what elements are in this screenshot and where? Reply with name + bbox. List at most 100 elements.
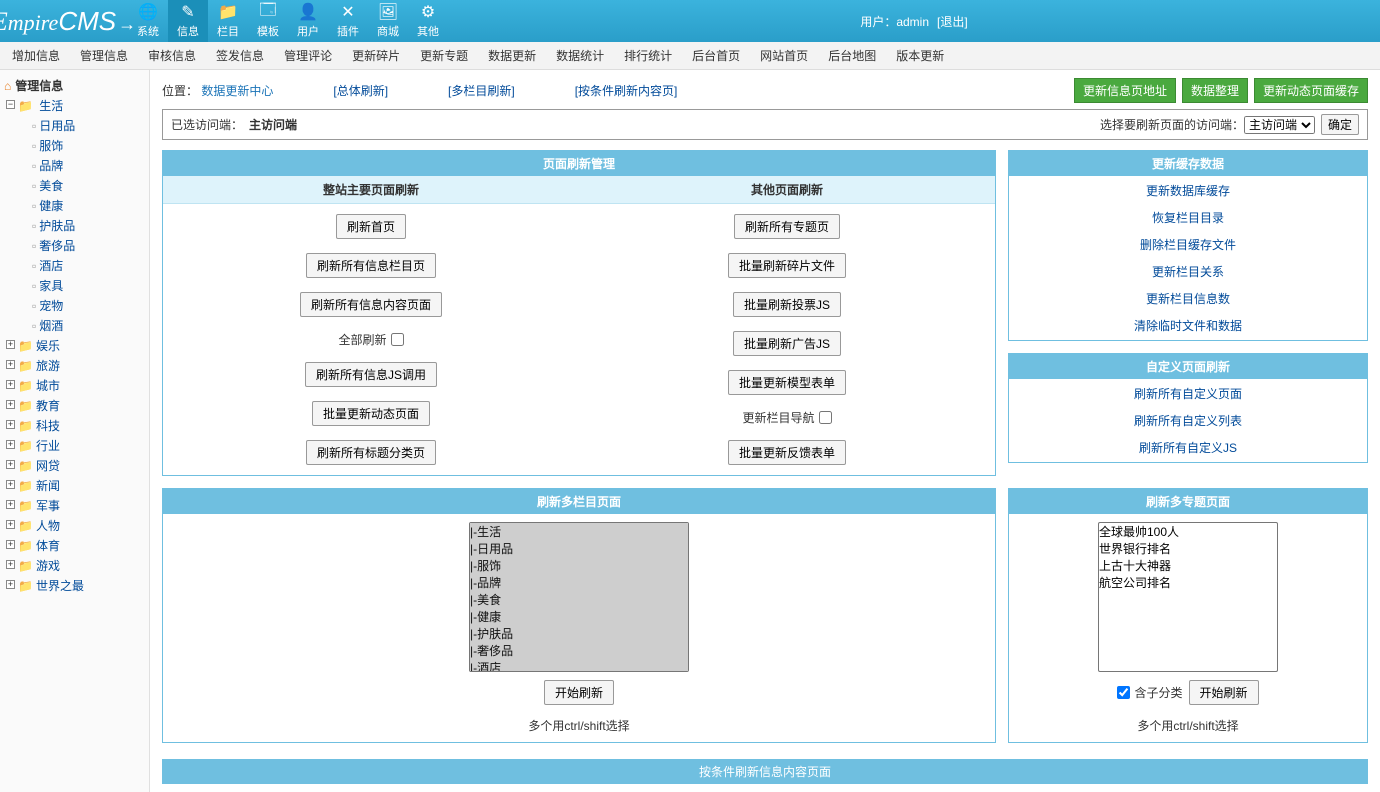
subnav-7[interactable]: 数据更新 (488, 47, 536, 64)
tree-root[interactable]: 生活 (39, 99, 63, 113)
loc-btn-0[interactable]: 更新信息页地址 (1074, 78, 1176, 103)
tree-other-6[interactable]: 网贷 (36, 459, 60, 473)
multicol-select[interactable]: |-生活|-日用品|-服饰|-品牌|-美食|-健康|-护肤品|-奢侈品|-酒店|… (469, 522, 689, 672)
left-refresh-btn-3[interactable]: 刷新所有信息JS调用 (305, 362, 437, 387)
logout-link[interactable]: [退出] (937, 13, 968, 30)
tree-other-12[interactable]: 世界之最 (36, 579, 84, 593)
include-sub-check[interactable]: 含子分类 (1117, 684, 1182, 701)
tree-toggle[interactable]: + (6, 560, 15, 569)
left-refresh-btn-1[interactable]: 刷新所有信息栏目页 (306, 253, 436, 278)
tree-child-9[interactable]: 宠物 (39, 299, 63, 313)
tree-toggle[interactable]: − (6, 100, 15, 109)
tree-toggle[interactable]: + (6, 480, 15, 489)
tree-child-0[interactable]: 日用品 (39, 119, 75, 133)
tree-other-10[interactable]: 体育 (36, 539, 60, 553)
tree-toggle[interactable]: + (6, 420, 15, 429)
custom-link-1[interactable]: 刷新所有自定义列表 (1134, 412, 1242, 429)
loc-btn-2[interactable]: 更新动态页面缓存 (1254, 78, 1368, 103)
tree-toggle[interactable]: + (6, 360, 15, 369)
tree-other-5[interactable]: 行业 (36, 439, 60, 453)
left-refresh-btn-4[interactable]: 批量更新动态页面 (312, 401, 430, 426)
tree-toggle[interactable]: + (6, 440, 15, 449)
tree-other-4[interactable]: 科技 (36, 419, 60, 433)
cache-link-0[interactable]: 更新数据库缓存 (1146, 182, 1230, 199)
loc-link-1[interactable]: [多栏目刷新] (448, 82, 515, 99)
tree-child-5[interactable]: 护肤品 (39, 219, 75, 233)
custom-link-0[interactable]: 刷新所有自定义页面 (1134, 385, 1242, 402)
topnav-4[interactable]: 👤用户 (288, 0, 328, 42)
tree-other-2[interactable]: 城市 (36, 379, 60, 393)
tree-child-3[interactable]: 美食 (39, 179, 63, 193)
topnav-3[interactable]: 🗔模板 (248, 0, 288, 42)
topnav-2[interactable]: 📁栏目 (208, 0, 248, 42)
loc-link-0[interactable]: [总体刷新] (333, 82, 388, 99)
tree-toggle[interactable]: + (6, 540, 15, 549)
right-refresh-btn-2[interactable]: 批量刷新投票JS (733, 292, 841, 317)
right-refresh-btn-1[interactable]: 批量刷新碎片文件 (728, 253, 846, 278)
subnav-11[interactable]: 网站首页 (760, 47, 808, 64)
tree-other-11[interactable]: 游戏 (36, 559, 60, 573)
topnav-7[interactable]: ⚙其他 (408, 0, 448, 42)
left-refresh-btn-5[interactable]: 刷新所有标题分类页 (306, 440, 436, 465)
cache-link-1[interactable]: 恢复栏目目录 (1152, 209, 1224, 226)
loc-btn-1[interactable]: 数据整理 (1182, 78, 1248, 103)
subnav-6[interactable]: 更新专题 (420, 47, 468, 64)
sel-access-select[interactable]: 主访问端 (1244, 116, 1315, 134)
tree-child-2[interactable]: 品牌 (39, 159, 63, 173)
left-refresh-btn-2[interactable]: 刷新所有信息内容页面 (300, 292, 442, 317)
tree-toggle[interactable]: + (6, 500, 15, 509)
multitopic-start[interactable]: 开始刷新 (1189, 680, 1259, 705)
tree-child-7[interactable]: 酒店 (39, 259, 63, 273)
subnav-8[interactable]: 数据统计 (556, 47, 604, 64)
tree-child-4[interactable]: 健康 (39, 199, 63, 213)
topnav-5[interactable]: ✕插件 (328, 0, 368, 42)
update-nav-check[interactable]: 更新栏目导航 (742, 409, 831, 426)
tree-toggle[interactable]: + (6, 340, 15, 349)
custom-link-2[interactable]: 刷新所有自定义JS (1139, 439, 1237, 456)
tree-other-0[interactable]: 娱乐 (36, 339, 60, 353)
topnav-6[interactable]: 🖼商城 (368, 0, 408, 42)
left-refresh-btn-0[interactable]: 刷新首页 (336, 214, 406, 239)
all-refresh-check[interactable]: 全部刷新 (338, 331, 403, 348)
tree-other-8[interactable]: 军事 (36, 499, 60, 513)
tree-child-6[interactable]: 奢侈品 (39, 239, 75, 253)
tree-toggle[interactable]: + (6, 520, 15, 529)
tree-other-3[interactable]: 教育 (36, 399, 60, 413)
right-refresh-btn-4[interactable]: 批量更新模型表单 (728, 370, 846, 395)
include-sub-checkbox[interactable] (1117, 686, 1130, 699)
tree-toggle[interactable]: + (6, 400, 15, 409)
cache-link-2[interactable]: 删除栏目缓存文件 (1140, 236, 1236, 253)
subnav-2[interactable]: 审核信息 (148, 47, 196, 64)
subnav-0[interactable]: 增加信息 (12, 47, 60, 64)
multitopic-select[interactable]: 全球最帅100人世界银行排名上古十大神器航空公司排名 (1098, 522, 1278, 672)
right-refresh-btn-0[interactable]: 刷新所有专题页 (734, 214, 840, 239)
tree-other-9[interactable]: 人物 (36, 519, 60, 533)
multicol-start[interactable]: 开始刷新 (544, 680, 614, 705)
sel-ok-btn[interactable]: 确定 (1321, 114, 1359, 135)
tree-toggle[interactable]: + (6, 460, 15, 469)
subnav-9[interactable]: 排行统计 (624, 47, 672, 64)
update-nav-checkbox[interactable] (819, 411, 832, 424)
tree-toggle[interactable]: + (6, 580, 15, 589)
cache-link-4[interactable]: 更新栏目信息数 (1146, 290, 1230, 307)
tree-other-7[interactable]: 新闻 (36, 479, 60, 493)
subnav-1[interactable]: 管理信息 (80, 47, 128, 64)
cache-link-5[interactable]: 清除临时文件和数据 (1134, 317, 1242, 334)
subnav-5[interactable]: 更新碎片 (352, 47, 400, 64)
tree-child-10[interactable]: 烟酒 (39, 319, 63, 333)
tree-other-1[interactable]: 旅游 (36, 359, 60, 373)
all-refresh-checkbox[interactable] (391, 333, 404, 346)
loc-link-2[interactable]: [按条件刷新内容页] (575, 82, 678, 99)
subnav-13[interactable]: 版本更新 (896, 47, 944, 64)
subnav-10[interactable]: 后台首页 (692, 47, 740, 64)
tree-child-8[interactable]: 家具 (39, 279, 63, 293)
topnav-1[interactable]: ✎信息 (168, 0, 208, 42)
cache-link-3[interactable]: 更新栏目关系 (1152, 263, 1224, 280)
subnav-4[interactable]: 管理评论 (284, 47, 332, 64)
right-refresh-btn-5[interactable]: 批量更新反馈表单 (728, 440, 846, 465)
subnav-3[interactable]: 签发信息 (216, 47, 264, 64)
tree-child-1[interactable]: 服饰 (39, 139, 63, 153)
right-refresh-btn-3[interactable]: 批量刷新广告JS (733, 331, 841, 356)
tree-toggle[interactable]: + (6, 380, 15, 389)
subnav-12[interactable]: 后台地图 (828, 47, 876, 64)
